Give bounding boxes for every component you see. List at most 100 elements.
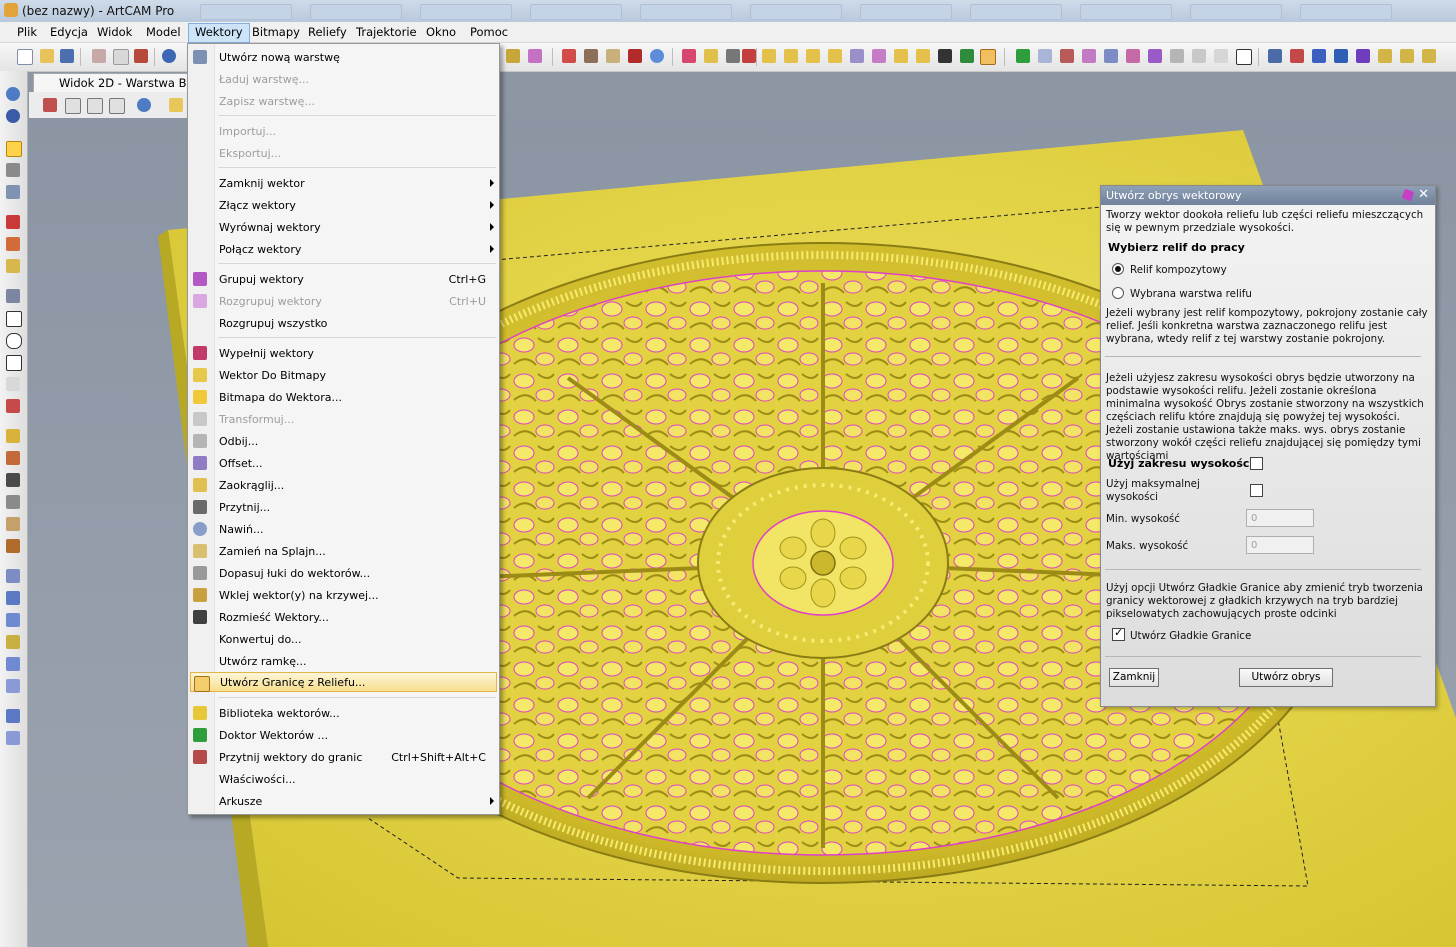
tool-icon[interactable] (1268, 49, 1282, 63)
menu-bitmapy[interactable]: Bitmapy (252, 25, 300, 39)
node-edit-icon[interactable] (6, 163, 20, 177)
menu-item-wrap[interactable]: Nawiń... (188, 519, 499, 539)
cut-icon[interactable] (92, 49, 106, 63)
vector-tool-icon[interactable] (872, 49, 886, 63)
tool-icon[interactable] (1148, 49, 1162, 63)
relief-edit-icon[interactable] (726, 49, 740, 63)
menu-item-offset[interactable]: Offset... (188, 453, 499, 473)
tool-icon[interactable] (6, 517, 20, 531)
use-max-height-checkbox[interactable] (1250, 484, 1263, 497)
vector-tool-icon[interactable] (828, 49, 842, 63)
use-height-range-checkbox[interactable] (1250, 457, 1263, 470)
polyline-icon[interactable] (6, 289, 20, 303)
new-file-icon[interactable] (17, 49, 33, 65)
relief-edit-icon[interactable] (742, 49, 756, 63)
menu-item-merge-vectors[interactable]: Połącz wektory (188, 239, 499, 259)
zoom-icon[interactable] (6, 87, 20, 101)
close-button[interactable]: Zamknij (1109, 668, 1159, 687)
menu-item-spline[interactable]: Zamień na Splajn... (188, 541, 499, 561)
paint-icon[interactable] (6, 237, 20, 251)
menu-item-bitmap-to-vector[interactable]: Bitmapa do Wektora... (188, 387, 499, 407)
text-icon[interactable] (6, 399, 20, 413)
max-height-input[interactable]: 0 (1246, 536, 1314, 554)
tool-icon[interactable] (1170, 49, 1184, 63)
tool-icon[interactable] (1400, 49, 1414, 63)
relief-tool-icon[interactable] (606, 49, 620, 63)
menu-item-trim[interactable]: Przytnij... (188, 497, 499, 517)
zoom-extents-icon[interactable] (137, 98, 151, 112)
vector-tool-icon[interactable] (960, 49, 974, 63)
menu-item-create-border[interactable]: Utwórz ramkę... (188, 651, 499, 671)
tool-icon[interactable] (6, 569, 20, 583)
brush-icon[interactable] (6, 259, 20, 273)
vector-tool-icon[interactable] (850, 49, 864, 63)
vector-tool-icon[interactable] (784, 49, 798, 63)
view-3d-icon[interactable] (43, 98, 57, 112)
tool-icon[interactable] (6, 495, 20, 509)
pen-icon[interactable] (6, 215, 20, 229)
open-file-icon[interactable] (40, 49, 54, 63)
menu-item-vector-doctor[interactable]: Doktor Wektorów ... (188, 725, 499, 745)
menu-item-nest-vectors[interactable]: Rozmieść Wektory... (188, 607, 499, 627)
select-arrow-icon[interactable] (6, 141, 22, 157)
undo-icon[interactable] (162, 49, 176, 63)
tool-icon[interactable] (6, 635, 20, 649)
menu-trajektorie[interactable]: Trajektorie (356, 25, 417, 39)
pin-icon[interactable] (1401, 188, 1415, 202)
menu-edycja[interactable]: Edycja (50, 25, 88, 39)
menu-widok[interactable]: Widok (97, 25, 132, 39)
tool-icon[interactable] (6, 613, 20, 627)
tool-icon[interactable] (6, 709, 20, 723)
menu-item-sheets[interactable]: Arkusze (188, 791, 499, 811)
vector-tool-icon[interactable] (762, 49, 776, 63)
tool-icon[interactable] (1060, 49, 1074, 63)
menu-item-paste-along-curve[interactable]: Wklej wektor(y) na krzywej... (188, 585, 499, 605)
menu-item-import[interactable]: Importuj... (188, 121, 499, 141)
menu-item-convert-to[interactable]: Konwertuj do... (188, 629, 499, 649)
menu-okno[interactable]: Okno (426, 25, 456, 39)
light-icon[interactable] (169, 98, 183, 112)
vector-doctor-tool-icon[interactable] (1016, 49, 1030, 63)
relief-edit-icon[interactable] (682, 49, 696, 63)
smooth-boundaries-checkbox[interactable] (1112, 626, 1125, 641)
tool-icon[interactable] (528, 49, 542, 63)
menu-item-vector-to-bitmap[interactable]: Wektor Do Bitmapy (188, 365, 499, 385)
relief-tool-icon[interactable] (584, 49, 598, 63)
menu-item-save-layer[interactable]: Zapisz warstwę... (188, 91, 499, 111)
radio-composite-relief[interactable] (1112, 263, 1124, 275)
menu-item-fit-arcs[interactable]: Dopasuj łuki do wektorów... (188, 563, 499, 583)
tool-icon[interactable] (1126, 49, 1140, 63)
menu-item-ungroup-vectors[interactable]: Rozgrupuj wektory Ctrl+U (188, 291, 499, 311)
tool-icon[interactable] (6, 539, 20, 553)
tool-icon[interactable] (6, 657, 20, 671)
star-icon[interactable] (1312, 49, 1326, 63)
rectangle-icon[interactable] (6, 311, 22, 327)
menu-item-fillet[interactable]: Zaokrąglij... (188, 475, 499, 495)
menu-item-load-layer[interactable]: Ładuj warstwę... (188, 69, 499, 89)
menu-pomoc[interactable]: Pomoc (470, 25, 508, 39)
tool-icon[interactable] (1236, 49, 1252, 65)
tool-icon[interactable] (1378, 49, 1392, 63)
relief-tool-icon[interactable] (628, 49, 642, 63)
menu-wektory[interactable]: Wektory (188, 23, 250, 43)
radio-selected-layer[interactable] (1112, 287, 1124, 299)
menu-item-create-boundary-from-relief[interactable]: Utwórz Granicę z Reliefu... (190, 672, 497, 692)
relief-boundary-tool-icon[interactable] (980, 49, 996, 65)
tool-icon[interactable] (1214, 49, 1228, 63)
relief-edit-icon[interactable] (704, 49, 718, 63)
tool-icon[interactable] (1104, 49, 1118, 63)
menu-item-properties[interactable]: Właściwości... (188, 769, 499, 789)
view-iso-icon[interactable] (65, 98, 81, 114)
polygon-icon[interactable] (6, 355, 22, 371)
tool-icon[interactable] (1290, 49, 1304, 63)
menu-plik[interactable]: Plik (17, 25, 37, 39)
tool-icon[interactable] (1422, 49, 1436, 63)
vector-tool-icon[interactable] (938, 49, 952, 63)
menu-item-ungroup-all[interactable]: Rozgrupuj wszystko (188, 313, 499, 333)
tool-icon[interactable] (6, 679, 20, 693)
tool-icon[interactable] (1192, 49, 1206, 63)
tool-icon[interactable] (6, 473, 20, 487)
tool-icon[interactable] (6, 429, 20, 443)
tool-icon[interactable] (6, 591, 20, 605)
vector-tool-icon[interactable] (894, 49, 908, 63)
